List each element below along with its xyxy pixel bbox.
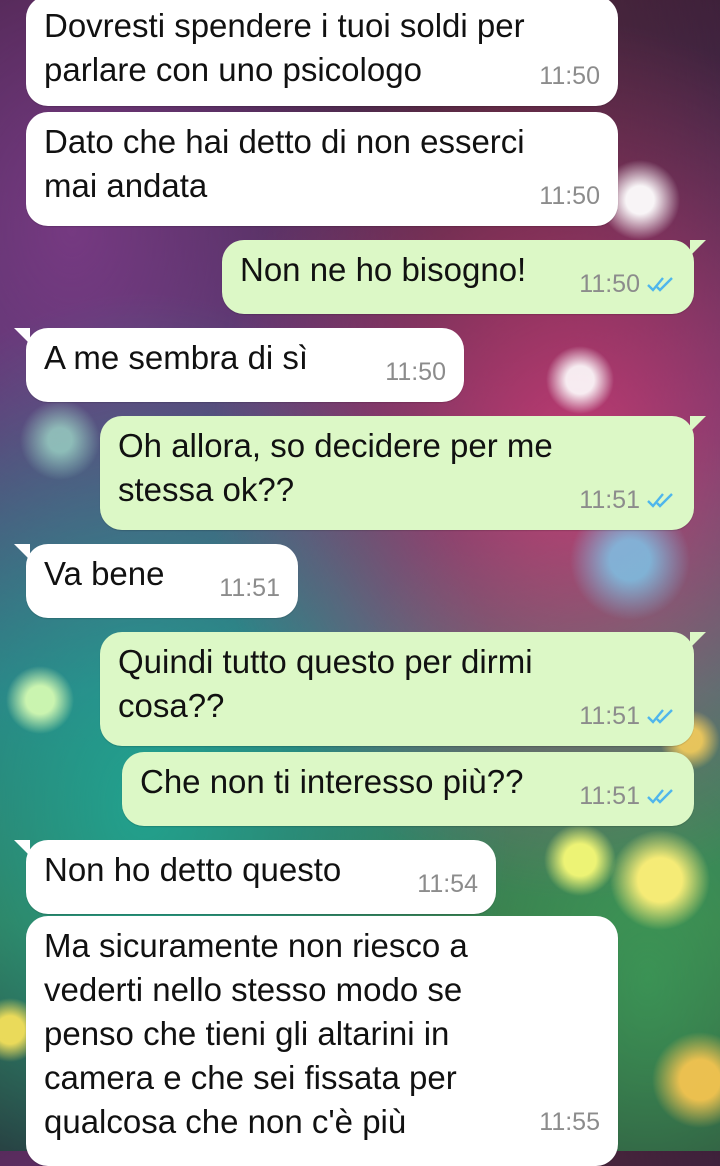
message-meta: 11:50: [539, 174, 600, 218]
message-meta: 11:51: [579, 694, 676, 738]
message-time: 11:50: [539, 62, 600, 90]
message-text: Ma sicuramente non riesco a vederti nell…: [44, 927, 468, 1140]
message-time: 11:51: [579, 702, 640, 730]
message-bubble-outgoing[interactable]: Oh allora, so decidere per me stessa ok?…: [100, 416, 706, 530]
message-time: 11:50: [385, 358, 446, 386]
bubble-tail: [690, 416, 706, 432]
message-meta: 11:51: [219, 566, 280, 610]
message-time: 11:50: [539, 182, 600, 210]
message-meta: 11:55: [539, 1100, 600, 1144]
read-receipt-icon: [647, 277, 673, 292]
bubble-tail: [690, 632, 706, 648]
bubble-tail: [14, 840, 30, 856]
message-bubble-outgoing[interactable]: Non ne ho bisogno! 11:50: [222, 240, 706, 314]
bubble-tail: [14, 328, 30, 344]
message-meta: 11:54: [417, 862, 478, 906]
message-text: Dovresti spendere i tuoi soldi per parla…: [44, 7, 525, 88]
message-time: 11:54: [417, 870, 478, 898]
message-text: Dato che hai detto di non esserci mai an…: [44, 123, 525, 204]
message-meta: 11:50: [579, 262, 676, 306]
message-time: 11:51: [579, 486, 640, 514]
message-meta: 11:50: [385, 350, 446, 394]
message-meta: 11:50: [539, 54, 600, 98]
message-time: 11:51: [219, 574, 280, 602]
message-time: 11:50: [579, 270, 640, 298]
message-bubble-outgoing[interactable]: Quindi tutto questo per dirmi cosa?? 11:…: [100, 632, 706, 746]
message-text: Oh allora, so decidere per me stessa ok?…: [118, 427, 553, 508]
message-bubble-incoming[interactable]: Dato che hai detto di non esserci mai an…: [26, 112, 618, 226]
message-bubble-incoming[interactable]: A me sembra di sì 11:50: [14, 328, 464, 402]
message-bubble-incoming[interactable]: Non ho detto questo 11:54: [14, 840, 496, 914]
read-receipt-icon: [647, 789, 673, 804]
message-time: 11:55: [539, 1108, 600, 1136]
read-receipt-icon: [647, 709, 673, 724]
message-bubble-incoming[interactable]: Dovresti spendere i tuoi soldi per parla…: [26, 0, 618, 106]
message-bubble-incoming[interactable]: Ma sicuramente non riesco a vederti nell…: [26, 916, 618, 1166]
message-text: Quindi tutto questo per dirmi cosa??: [118, 643, 533, 724]
message-bubble-outgoing[interactable]: Che non ti interesso più?? 11:51: [122, 752, 694, 826]
message-text: Non ho detto questo: [44, 851, 342, 888]
message-meta: 11:51: [579, 478, 676, 522]
message-bubble-incoming[interactable]: Va bene 11:51: [14, 544, 298, 618]
bubble-tail: [14, 544, 30, 560]
message-meta: 11:51: [579, 774, 676, 818]
bubble-tail: [690, 240, 706, 256]
message-time: 11:51: [579, 782, 640, 810]
read-receipt-icon: [647, 493, 673, 508]
